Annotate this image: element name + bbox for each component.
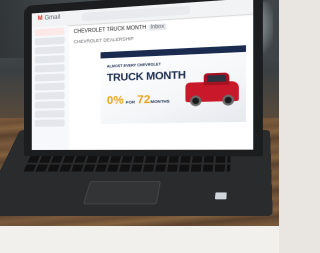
- truck-wheel: [222, 94, 235, 106]
- promo-banner: ALMOST EVERY CHEVROLET TRUCK MONTH 0% FOR…: [100, 53, 247, 124]
- gmail-logo[interactable]: M Gmail: [38, 15, 61, 23]
- gmail-app-name: Gmail: [44, 14, 61, 22]
- sidebar-item[interactable]: [34, 45, 65, 55]
- sidebar-item[interactable]: [34, 91, 65, 100]
- sidebar-item[interactable]: [34, 64, 65, 73]
- sidebar-item[interactable]: [34, 73, 65, 82]
- truck-wheel: [189, 95, 202, 107]
- promo-rate: 0%: [106, 94, 124, 108]
- laptop-lid: M Gmail CHEVROLET TRUCK MONTH Inbox CHEVRO…: [24, 0, 263, 157]
- desk-edge: [0, 226, 279, 253]
- promo-offer: 0% FOR 72MONTHS: [107, 93, 170, 107]
- sidebar-item[interactable]: [34, 100, 65, 109]
- promo-months-label: MONTHS: [150, 98, 170, 105]
- email-view: CHEVROLET TRUCK MONTH Inbox CHEVROLET DEA…: [69, 15, 254, 150]
- email-sender: CHEVROLET DEALERSHIP: [73, 35, 134, 45]
- laptop-screen: M Gmail CHEVROLET TRUCK MONTH Inbox CHEVRO…: [31, 0, 254, 150]
- photo-scene: M Gmail CHEVROLET TRUCK MONTH Inbox CHEVRO…: [0, 0, 279, 253]
- email-tag[interactable]: Inbox: [148, 23, 167, 31]
- banner-small-text: ALMOST EVERY CHEVROLET: [106, 62, 161, 69]
- sidebar-item[interactable]: [34, 36, 65, 46]
- promo-for: FOR: [125, 99, 135, 105]
- banner-title: TRUCK MONTH: [106, 69, 186, 85]
- sidebar-item[interactable]: [34, 110, 65, 118]
- email-subject-text: CHEVROLET TRUCK MONTH: [73, 24, 147, 36]
- gmail-sidebar: [31, 25, 68, 150]
- sidebar-item[interactable]: [34, 82, 65, 91]
- sidebar-item[interactable]: [34, 55, 65, 64]
- promo-months: 72: [137, 93, 151, 107]
- search-input[interactable]: [81, 5, 190, 22]
- touchpad[interactable]: [82, 180, 161, 205]
- truck-window: [207, 74, 226, 83]
- sidebar-item[interactable]: [34, 27, 65, 37]
- laptop-sticker: [214, 192, 227, 200]
- email-subject: CHEVROLET TRUCK MONTH Inbox: [74, 23, 167, 35]
- sidebar-item[interactable]: [34, 119, 65, 127]
